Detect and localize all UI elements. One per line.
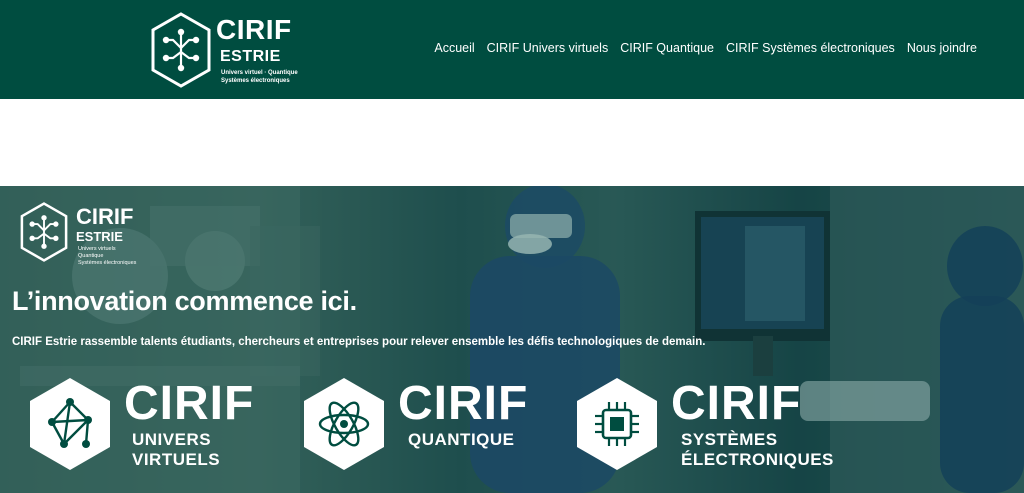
hero-title: L’innovation commence ici. [12, 286, 357, 316]
hero-logo-line-3: Systèmes électroniques [78, 260, 137, 266]
site-logo[interactable]: CIRIF ESTRIE Univers virtuel · Quantique… [150, 12, 310, 88]
brand-univers-virtuels[interactable]: CIRIF UNIVERS VIRTUELS [28, 376, 278, 486]
chip-icon [577, 378, 657, 470]
main-nav: Accueil CIRIF Univers virtuels CIRIF Qua… [434, 41, 977, 55]
brand-quantique-line-1: QUANTIQUE [408, 430, 515, 449]
hero-logo-title: CIRIF [76, 204, 134, 229]
brand-univers-line-2: VIRTUELS [132, 450, 221, 469]
hero-logo-line-1: Univers virtuels [78, 246, 116, 252]
brand-systemes-line-2: ÉLECTRONIQUES [681, 450, 834, 469]
brand-quantique-title: CIRIF [398, 377, 529, 430]
circuit-hexagon-icon [20, 202, 68, 262]
brand-univers-line-1: UNIVERS [132, 430, 212, 449]
nav-item-quantique[interactable]: CIRIF Quantique [620, 41, 714, 55]
blank-band [0, 99, 1024, 186]
hero-banner: CIRIF ESTRIE Univers virtuels Quantique … [0, 186, 1024, 493]
hero-logo-line-2: Quantique [78, 253, 104, 259]
brand-systemes-line-1: SYSTÈMES [681, 430, 778, 449]
hero-logo: CIRIF ESTRIE Univers virtuels Quantique … [18, 202, 158, 266]
nav-item-nous-joindre[interactable]: Nous joindre [907, 41, 977, 55]
nav-item-systemes-electroniques[interactable]: CIRIF Systèmes électroniques [726, 41, 895, 55]
brand-univers-title: CIRIF [124, 377, 255, 430]
logo-tagline-2: Systèmes électroniques [221, 78, 290, 84]
brand-systemes-electroniques[interactable]: CIRIF SYSTÈMES ÉLECTRONIQUES [575, 376, 855, 486]
nav-item-univers-virtuels[interactable]: CIRIF Univers virtuels [487, 41, 609, 55]
circuit-hexagon-icon [151, 12, 211, 88]
site-header: CIRIF ESTRIE Univers virtuel · Quantique… [0, 0, 1024, 99]
logo-subtitle: ESTRIE [220, 48, 281, 65]
brand-quantique[interactable]: CIRIF QUANTIQUE [302, 376, 552, 486]
logo-title: CIRIF [216, 14, 292, 45]
hero-subtitle: CIRIF Estrie rassemble talents étudiants… [12, 336, 706, 348]
network-icon [30, 378, 110, 470]
logo-tagline-1: Univers virtuel · Quantique [221, 70, 298, 76]
hero-logo-subtitle: ESTRIE [76, 229, 123, 244]
nav-item-accueil[interactable]: Accueil [434, 41, 474, 55]
atom-icon [304, 378, 384, 470]
brand-systemes-title: CIRIF [671, 377, 802, 430]
